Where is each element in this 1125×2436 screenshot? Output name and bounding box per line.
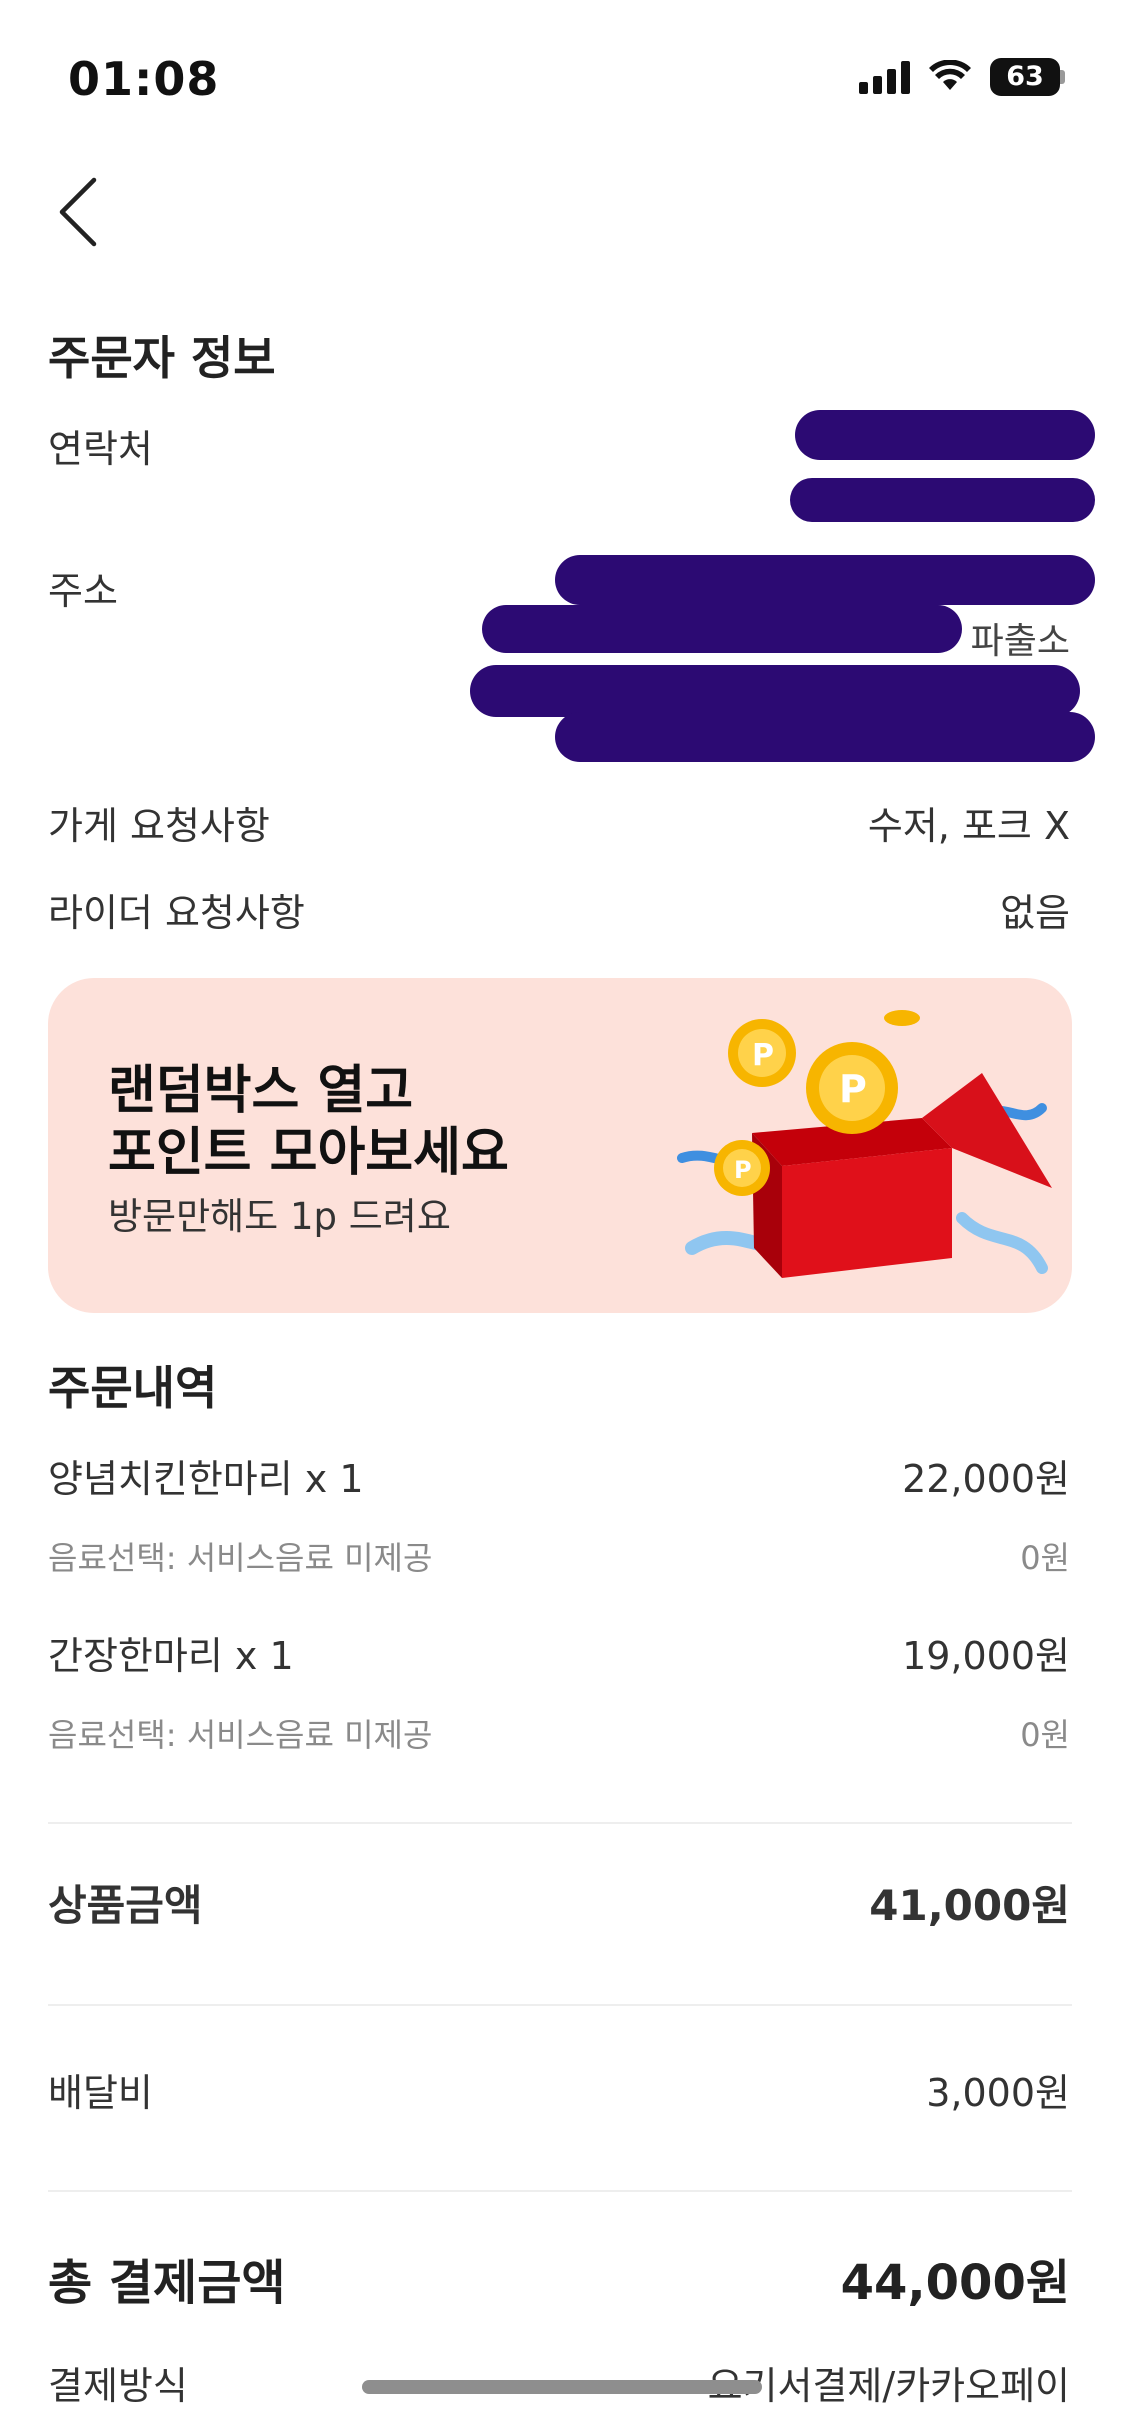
order-item-option: 음료선택: 서비스음료 미제공	[48, 1539, 433, 1577]
address-redaction-1	[555, 555, 1095, 605]
payment-method-label: 결제방식	[48, 2364, 188, 2408]
contact-redaction	[795, 410, 1095, 460]
order-item-price: 22,000원	[902, 1457, 1070, 1501]
chevron-left-icon	[59, 177, 97, 247]
gift-box-coins-icon: P P P	[677, 1010, 1052, 1278]
address-label: 주소	[48, 569, 118, 613]
payment-method-value: 요기서결제/카카오페이	[707, 2364, 1070, 2408]
battery-icon: 63	[990, 58, 1060, 96]
delivery-fee-label: 배달비	[48, 2071, 153, 2115]
orderer-section-title: 주문자 정보	[48, 331, 276, 385]
random-box-banner[interactable]: 랜덤박스 열고 포인트 모아보세요 방문만해도 1p 드려요 P P P	[48, 978, 1072, 1313]
rider-request-value: 없음	[1000, 891, 1070, 935]
battery-level: 63	[1006, 61, 1044, 92]
order-item-name: 간장한마리 x 1	[48, 1634, 294, 1678]
divider	[48, 2190, 1072, 2192]
banner-title-line1: 랜덤박스 열고	[108, 1061, 414, 1121]
banner-subtitle: 방문만해도 1p 드려요	[108, 1195, 451, 1238]
home-indicator[interactable]	[362, 2380, 762, 2394]
address-redaction-3	[470, 665, 1080, 717]
svg-text:P: P	[734, 1156, 752, 1184]
cellular-signal-icon	[859, 60, 910, 94]
status-icons: 63	[859, 58, 1065, 96]
divider	[48, 2004, 1072, 2006]
battery-tip	[1060, 70, 1065, 84]
order-item-option-price: 0원	[1020, 1539, 1070, 1577]
order-item-option-price: 0원	[1020, 1716, 1070, 1754]
order-item-option: 음료선택: 서비스음료 미제공	[48, 1716, 433, 1754]
order-section-title: 주문내역	[48, 1361, 218, 1415]
svg-text:P: P	[839, 1067, 867, 1111]
order-item-price: 19,000원	[902, 1634, 1070, 1678]
svg-text:P: P	[752, 1038, 774, 1073]
store-request-label: 가게 요청사항	[48, 804, 270, 848]
banner-title: 랜덤박스 열고 포인트 모아보세요	[108, 1060, 509, 1184]
address-visible-fragment: 파출소	[970, 621, 1070, 662]
wifi-icon	[929, 60, 971, 90]
subtotal-value: 41,000원	[869, 1881, 1070, 1930]
store-request-value: 수저, 포크 X	[867, 804, 1070, 848]
total-payment-label: 총 결제금액	[48, 2255, 286, 2311]
battery-indicator: 63	[990, 58, 1065, 96]
back-button[interactable]	[52, 172, 132, 262]
delivery-fee-value: 3,000원	[926, 2071, 1070, 2115]
total-payment-value: 44,000원	[840, 2255, 1070, 2311]
address-redaction-4	[555, 712, 1095, 762]
contact-label: 연락처	[48, 427, 153, 471]
address-redaction-2	[482, 605, 962, 653]
banner-title-line2: 포인트 모아보세요	[108, 1123, 509, 1183]
status-time: 01:08	[68, 52, 220, 106]
rider-request-label: 라이더 요청사항	[48, 891, 305, 935]
order-item-name: 양념치킨한마리 x 1	[48, 1457, 364, 1501]
status-bar: 01:08 63	[0, 0, 1125, 150]
subtotal-label: 상품금액	[48, 1881, 203, 1930]
contact-redaction-2	[790, 478, 1095, 522]
divider	[48, 1822, 1072, 1824]
